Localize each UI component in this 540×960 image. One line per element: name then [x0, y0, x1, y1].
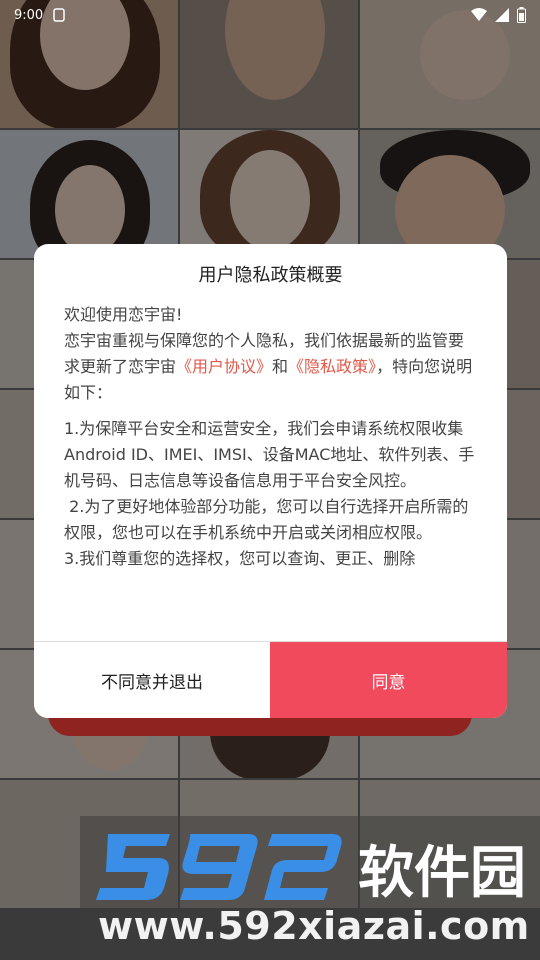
status-time: 9:00	[14, 7, 44, 23]
dialog-title: 用户隐私政策概要	[198, 265, 343, 286]
user-agreement-link[interactable]: 《用户协议》	[176, 357, 272, 376]
dialog-actions: 不同意并退出 同意	[34, 642, 507, 718]
notification-icon	[53, 8, 65, 22]
decline-exit-button[interactable]: 不同意并退出	[34, 642, 270, 718]
intro-and-text: 和	[272, 357, 289, 376]
privacy-policy-link[interactable]: 《隐私政策》	[288, 357, 376, 376]
signal-icon	[495, 8, 509, 22]
policy-item-2: 2.为了更好地体验部分功能，您可以自行选择开启所需的权限，您也可以在手机系统中开…	[64, 497, 469, 542]
agree-button[interactable]: 同意	[270, 642, 507, 718]
wifi-icon	[471, 8, 487, 21]
watermark-url: www.592xiazai.com	[98, 904, 530, 948]
dialog-body[interactable]: 欢迎使用恋宇宙! 恋宇宙重视与保障您的个人隐私，我们依据最新的监管要求更新了恋宇…	[64, 302, 479, 628]
greeting-text: 欢迎使用恋宇宙!	[64, 305, 183, 324]
policy-item-3: 3.我们尊重您的选择权，您可以查询、更正、删除	[64, 549, 416, 568]
privacy-policy-dialog: 用户隐私政策概要 欢迎使用恋宇宙! 恋宇宙重视与保障您的个人隐私，我们依据最新的…	[34, 244, 507, 718]
watermark-logo: 软件园	[96, 834, 526, 906]
dialog-intro: 欢迎使用恋宇宙! 恋宇宙重视与保障您的个人隐私，我们依据最新的监管要求更新了恋宇…	[64, 302, 479, 406]
svg-text:软件园: 软件园	[358, 841, 526, 906]
status-bar: 9:00	[0, 0, 540, 30]
policy-item-1: 1.为保障平台安全和运营安全，我们会申请系统权限收集Android ID、IME…	[64, 419, 475, 490]
battery-icon	[517, 7, 526, 23]
site-watermark: 软件园 www.592xiazai.com	[80, 816, 540, 960]
